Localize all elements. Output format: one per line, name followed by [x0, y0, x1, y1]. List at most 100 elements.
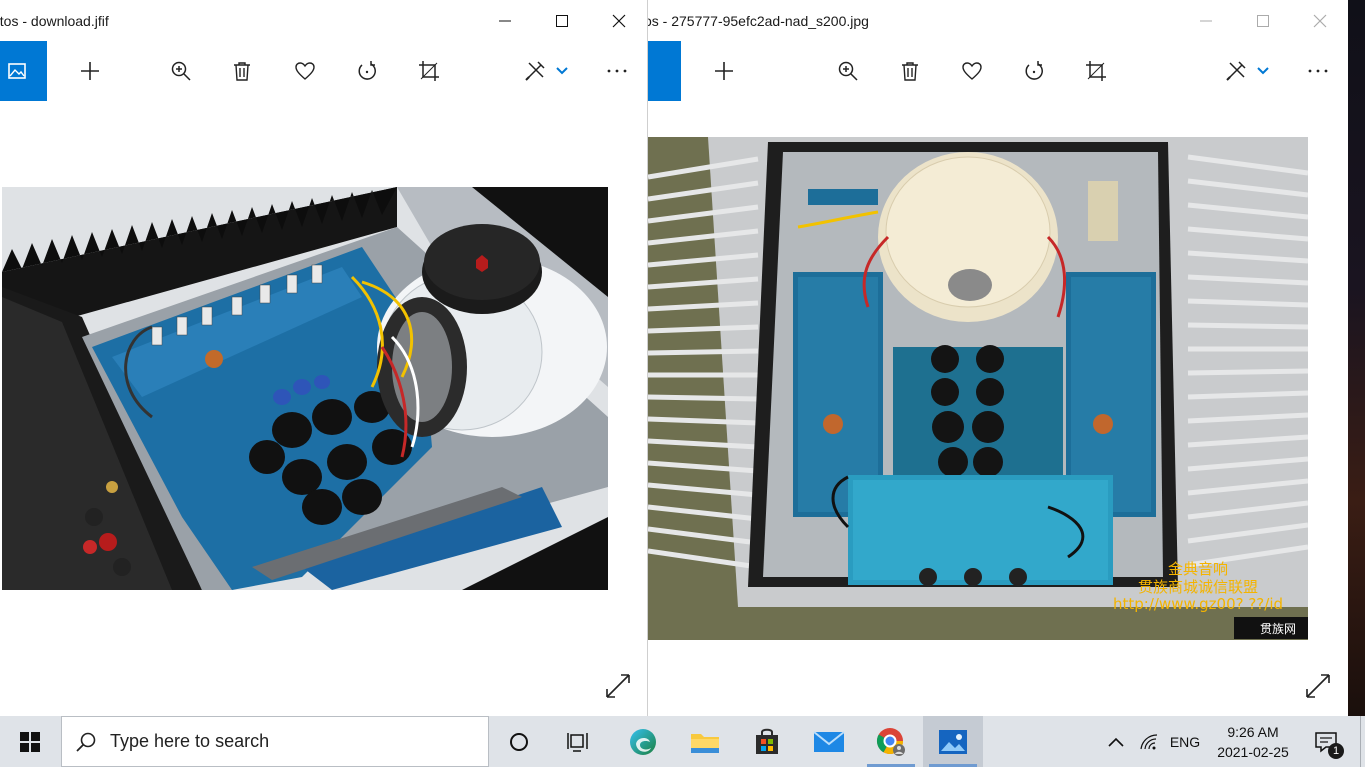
favorite-button[interactable]: [957, 56, 987, 86]
minimize-button[interactable]: [1177, 0, 1234, 41]
clock-time: 9:26 AM: [1227, 724, 1279, 740]
clock-date: 2021-02-25: [1217, 744, 1289, 760]
amplifier-topview-illustration: 金典音响 贯族商城诚信联盟 http://www.gz00? ??/id 贯族网: [648, 137, 1308, 640]
amplifier-photo: 金典音响 贯族商城诚信联盟 http://www.gz00? ??/id 贯族网: [648, 137, 1308, 640]
action-center-button[interactable]: 1: [1304, 716, 1348, 767]
maximize-icon: [1256, 14, 1269, 27]
taskbar-mail[interactable]: [799, 716, 859, 767]
add-button[interactable]: [75, 56, 105, 86]
photos-window-download[interactable]: otos - download.jfif: [0, 0, 647, 716]
taskbar-search-box[interactable]: Type here to search: [61, 716, 489, 767]
taskbar-store[interactable]: [737, 716, 797, 767]
edit-dropdown-button[interactable]: [1249, 56, 1277, 86]
expand-icon: [606, 674, 630, 698]
favorite-icon: [962, 62, 982, 80]
close-button[interactable]: [1291, 0, 1348, 41]
language-indicator: ENG: [1169, 733, 1201, 750]
delete-button[interactable]: [227, 56, 257, 86]
photo-toolbar: [0, 41, 647, 101]
task-view-button[interactable]: [549, 716, 609, 767]
window-title: os - 275777-95efc2ad-nad_s200.jpg: [648, 12, 869, 29]
cortana-button[interactable]: [489, 716, 549, 767]
desktop-background: [1348, 0, 1365, 716]
photo-canvas[interactable]: [0, 101, 647, 716]
add-button[interactable]: [709, 56, 739, 86]
crop-icon: [419, 61, 439, 81]
chevron-up-icon: [1108, 737, 1124, 747]
more-options-button[interactable]: [1303, 56, 1333, 86]
edit-dropdown-button[interactable]: [548, 56, 576, 86]
see-all-photos-button[interactable]: [0, 41, 47, 101]
show-desktop-button[interactable]: [1360, 716, 1365, 767]
windows-logo-icon: [20, 731, 40, 752]
watermark-line-1: 金典音响: [1168, 560, 1228, 578]
more-icon: [1308, 69, 1328, 73]
chevron-down-icon: [556, 67, 568, 75]
favorite-icon: [295, 62, 315, 80]
title-bar[interactable]: os - 275777-95efc2ad-nad_s200.jpg: [648, 0, 1348, 41]
search-placeholder: Type here to search: [110, 731, 270, 751]
taskbar: Type here to search ENG 9:26 AM 2021-02-…: [0, 716, 1365, 767]
delete-button[interactable]: [895, 56, 925, 86]
window-title: otos - download.jfif: [0, 12, 109, 29]
title-bar[interactable]: otos - download.jfif: [0, 0, 647, 41]
cortana-icon: [510, 732, 528, 751]
expand-icon: [1306, 674, 1330, 698]
close-icon: [1313, 14, 1326, 27]
caption-buttons: [1177, 0, 1348, 41]
photo-toolbar: [648, 41, 1348, 101]
minimize-icon: [498, 20, 511, 21]
folder-icon: [691, 733, 719, 753]
edit-draw-button[interactable]: [1221, 56, 1251, 86]
wifi-icon: [1140, 733, 1158, 749]
watermark-logo: 贯族网: [1260, 622, 1296, 636]
show-hidden-icons-button[interactable]: [1100, 716, 1132, 767]
taskbar-edge[interactable]: [613, 716, 673, 767]
edit-draw-button[interactable]: [520, 56, 550, 86]
more-options-button[interactable]: [602, 56, 632, 86]
fullscreen-button[interactable]: [1303, 671, 1333, 701]
taskbar-chrome[interactable]: [861, 716, 921, 767]
fullscreen-button[interactable]: [603, 671, 633, 701]
crop-button[interactable]: [414, 56, 444, 86]
rotate-button[interactable]: [352, 56, 382, 86]
amplifier-interior-illustration: [2, 187, 608, 590]
edge-browser-icon: [630, 728, 656, 755]
store-icon: [756, 728, 778, 754]
maximize-button[interactable]: [1234, 0, 1291, 41]
minimize-icon: [1199, 20, 1212, 21]
maximize-button[interactable]: [533, 0, 590, 41]
watermark-url: http://www.gz00? ??/id: [1113, 595, 1283, 613]
edit-draw-icon: [1226, 61, 1246, 81]
close-button[interactable]: [590, 0, 647, 41]
rotate-button[interactable]: [1019, 56, 1049, 86]
crop-button[interactable]: [1081, 56, 1111, 86]
add-icon: [81, 62, 99, 80]
add-icon: [715, 62, 733, 80]
network-button[interactable]: [1134, 716, 1164, 767]
image-icon: [7, 63, 26, 79]
clock[interactable]: 9:26 AM 2021-02-25: [1208, 720, 1298, 764]
maximize-icon: [555, 14, 568, 27]
photos-icon: [939, 729, 967, 754]
notification-count-badge: 1: [1328, 743, 1344, 759]
start-button[interactable]: [0, 716, 60, 767]
rotate-icon: [358, 61, 376, 80]
taskbar-file-explorer[interactable]: [675, 716, 735, 767]
caption-buttons: [476, 0, 647, 41]
taskbar-photos[interactable]: [923, 716, 983, 767]
crop-icon: [1086, 61, 1106, 81]
photos-window-nad-s200[interactable]: os - 275777-95efc2ad-nad_s200.jpg 金典音响 贯…: [648, 0, 1348, 716]
zoom-button[interactable]: [166, 56, 196, 86]
watermark-line-2: 贯族商城诚信联盟: [1138, 578, 1258, 596]
edit-draw-icon: [525, 61, 545, 81]
search-icon: [62, 731, 110, 753]
input-language-button[interactable]: ENG: [1164, 716, 1206, 767]
see-all-photos-button[interactable]: [648, 41, 681, 101]
minimize-button[interactable]: [476, 0, 533, 41]
favorite-button[interactable]: [290, 56, 320, 86]
zoom-button[interactable]: [833, 56, 863, 86]
delete-icon: [234, 62, 250, 81]
photo-canvas[interactable]: 金典音响 贯族商城诚信联盟 http://www.gz00? ??/id 贯族网: [648, 101, 1348, 716]
mail-icon: [813, 730, 845, 752]
